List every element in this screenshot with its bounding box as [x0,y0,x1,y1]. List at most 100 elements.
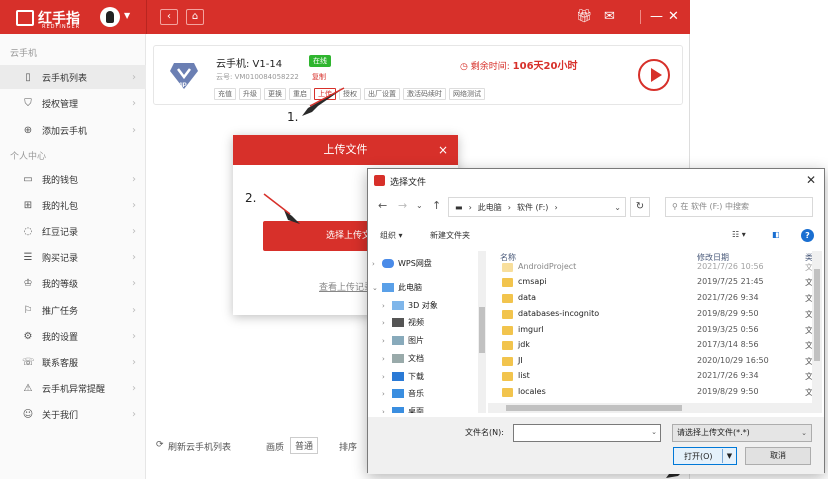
scroll-thumb[interactable] [506,405,682,411]
list-item[interactable]: imgurl 2019/3/25 0:56 文 [492,323,812,339]
close-icon[interactable]: ✕ [668,9,679,24]
tree-item-music[interactable]: › 音乐 [382,385,478,402]
chevron-right-icon[interactable]: › [382,390,392,398]
minimize-icon[interactable]: — [650,9,663,24]
list-item[interactable]: cmsapi 2019/7/25 21:45 文 [492,275,812,291]
chevron-right-icon[interactable]: › [372,260,382,268]
view-upload-records-link[interactable]: 查看上传记录 [319,280,373,293]
op-upgrade-button[interactable]: 升级 [239,88,261,100]
list-item[interactable]: jdk 2017/3/14 8:56 文 [492,338,812,354]
op-replace-button[interactable]: 更换 [264,88,286,100]
folder-icon [502,278,513,287]
chevron-down-icon: ⌄ [801,429,807,437]
sidebar-item-promo[interactable]: ⚐ 推广任务 › [0,298,146,322]
back-arrow-icon[interactable]: ← [378,199,387,212]
tree-scrollbar[interactable] [478,251,486,413]
refresh-icon[interactable]: ↻ [630,197,650,217]
cancel-button[interactable]: 取消 [745,447,811,465]
headset-icon: ☏ [22,356,35,368]
organize-menu[interactable]: 组织 ▾ [380,230,403,241]
sidebar-item-gift[interactable]: ⊞ 我的礼包 › [0,193,146,217]
chevron-right-icon[interactable]: › [382,408,392,414]
filetype-select[interactable]: 请选择上传文件(*.*) ⌄ [672,424,812,442]
tree-item-wps[interactable]: › WPS网盘 [372,255,478,272]
home-icon[interactable]: ⌂ [186,9,204,25]
op-recharge-button[interactable]: 充值 [214,88,236,100]
chevron-right-icon[interactable]: › [382,337,392,345]
warning-icon: ⚠ [23,382,33,394]
search-placeholder: 在 软件 (F:) 中搜索 [680,202,749,211]
sidebar-item-auth[interactable]: ⛉ 授权管理 › [0,91,146,115]
sidebar-item-beans[interactable]: ◌ 红豆记录 › [0,219,146,243]
sidebar-item-purchases[interactable]: ☰ 购买记录 › [0,245,146,269]
folder-icon [502,310,513,319]
gift-icon[interactable]: 🎁︎ [576,9,593,24]
back-icon[interactable]: ‹ [160,9,178,25]
play-button[interactable] [638,59,670,91]
refresh-icon[interactable]: ⟳ [156,440,164,450]
op-activation-code-button[interactable]: 激活码续时 [403,88,446,100]
sidebar-item-settings[interactable]: ⚙ 我的设置 › [0,324,146,348]
filename-input[interactable]: ⌄ [513,424,661,442]
up-arrow-icon[interactable]: ↑ [432,199,441,212]
chevron-right-icon[interactable]: › [382,319,392,327]
sidebar-item-phone-list[interactable]: ▯ 云手机列表 › [0,65,146,89]
chevron-down-icon[interactable]: ⌄ [372,284,382,292]
file-name: JI [518,356,523,365]
sidebar-item-alerts[interactable]: ⚠ 云手机异常提醒 › [0,376,146,400]
sort-label: 排序 [339,443,358,453]
list-item[interactable]: JI 2020/10/29 16:50 文 [492,354,812,370]
sidebar-item-add-phone[interactable]: ⊕ 添加云手机 › [0,118,146,142]
new-folder-button[interactable]: 新建文件夹 [430,230,470,241]
quality-select[interactable]: 普通 [290,437,319,454]
search-input[interactable]: ⚲ 在 软件 (F:) 中搜索 [665,197,813,217]
tree-item-3d[interactable]: › 3D 对象 [382,297,478,314]
picture-icon [392,336,404,345]
open-button[interactable]: 打开(O) ▼ [673,447,737,465]
tree-item-desktop[interactable]: › 桌面 [382,403,478,413]
tree-item-video[interactable]: › 视频 [382,314,478,331]
caret-down-icon[interactable]: ▼ [124,11,130,20]
close-icon[interactable]: ✕ [806,173,816,187]
file-list-scrollbar[interactable] [812,251,822,413]
list-item[interactable]: locales 2019/8/29 9:50 文 [492,385,812,401]
list-item[interactable]: AndroidProject 2021/7/26 10:56 文 [492,260,812,276]
caret-down-icon[interactable]: ▼ [722,449,736,463]
sidebar-item-support[interactable]: ☏ 联系客服 › [0,350,146,374]
refresh-list-link[interactable]: 刷新云手机列表 [168,440,231,453]
list-item[interactable]: data 2021/7/26 9:34 文 [492,291,812,307]
avatar[interactable] [100,7,120,27]
chevron-right-icon[interactable]: › [382,355,392,363]
forward-arrow-icon[interactable]: → [398,199,407,212]
op-factory-reset-button[interactable]: 出厂设置 [364,88,400,100]
chevron-down-icon[interactable]: ⌄ [416,201,423,210]
list-item[interactable]: list 2021/7/26 9:34 文 [492,369,812,385]
shield-icon: ⛉ [24,97,32,109]
breadcrumb-drive[interactable]: 软件 (F:) [517,202,548,213]
preview-pane-icon[interactable]: ◧ [772,230,780,239]
sidebar-item-wallet[interactable]: ▭ 我的钱包 › [0,167,146,191]
address-bar[interactable]: ▬ › 此电脑 › 软件 (F:) › ⌄ [448,197,626,217]
scroll-thumb[interactable] [479,307,485,353]
chevron-down-icon[interactable]: ⌄ [651,428,657,436]
list-item[interactable]: databases-incognito 2019/8/29 9:50 文 [492,307,812,323]
scroll-thumb[interactable] [814,269,820,361]
copy-link[interactable]: 复制 [312,72,326,82]
chevron-right-icon: › [132,225,136,237]
tree-item-documents[interactable]: › 文档 [382,350,478,367]
close-icon[interactable]: × [438,135,448,165]
help-icon[interactable]: ? [801,229,814,242]
tree-item-pictures[interactable]: › 图片 [382,332,478,349]
message-icon[interactable]: ✉ [604,9,615,24]
view-options-icon[interactable]: ☷ ▾ [732,230,746,239]
op-network-test-button[interactable]: 网络测试 [449,88,485,100]
horizontal-scrollbar[interactable] [488,403,822,413]
chevron-right-icon[interactable]: › [382,373,392,381]
tree-item-downloads[interactable]: › 下载 [382,368,478,385]
chevron-right-icon[interactable]: › [382,302,392,310]
sidebar-item-level[interactable]: ♔ 我的等级 › [0,271,146,295]
sidebar-item-about[interactable]: ☺ 关于我们 › [0,402,146,426]
tree-item-this-pc[interactable]: ⌄ 此电脑 [372,279,478,296]
breadcrumb-this-pc[interactable]: 此电脑 [478,202,502,213]
chevron-down-icon[interactable]: ⌄ [614,203,621,212]
